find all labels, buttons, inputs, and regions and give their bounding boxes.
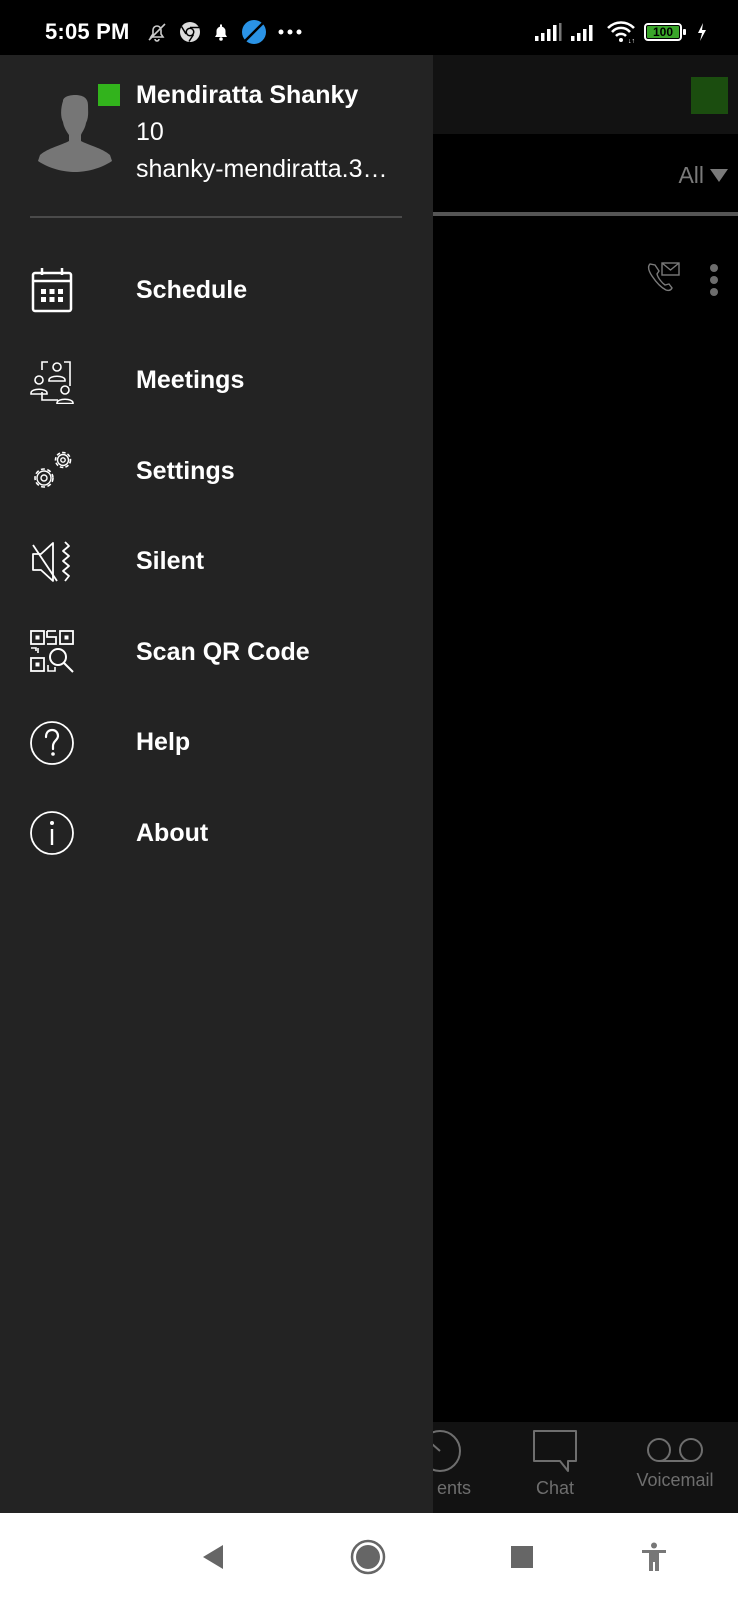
meetings-icon — [28, 357, 76, 405]
chat-bubble-icon — [531, 1422, 579, 1474]
phone-mail-icon[interactable] — [646, 260, 682, 299]
signal-sim2-icon — [570, 22, 598, 42]
status-time: 5:05 PM — [45, 19, 130, 44]
drawer-menu: Schedule Meetings Settings Silent Scan Q… — [0, 245, 433, 879]
notifications-muted-icon — [145, 20, 169, 44]
voicemail-icon — [645, 1422, 705, 1466]
user-extension: 10 — [136, 118, 164, 146]
caret-down-icon — [710, 169, 728, 182]
home-circle-icon — [350, 1539, 386, 1575]
menu-item-settings[interactable]: Settings — [0, 426, 433, 517]
tab-recents-label: ents — [436, 1478, 472, 1498]
menu-label: Scan QR Code — [136, 637, 310, 666]
signal-sim1-icon — [534, 22, 562, 42]
more-notifications-icon — [277, 28, 303, 36]
menu-label: Schedule — [136, 275, 248, 304]
speaker-muted-icon — [28, 538, 76, 586]
notification-icons — [145, 19, 303, 45]
battery-level: 100 — [647, 26, 679, 38]
accessibility-button[interactable] — [636, 1539, 672, 1575]
filter-label: All — [678, 162, 704, 188]
tab-chat[interactable]: Chat — [510, 1422, 600, 1513]
avatar — [36, 95, 114, 173]
profile-divider — [30, 216, 402, 218]
menu-label: Silent — [136, 547, 205, 576]
user-name: Mendiratta Shanky — [136, 81, 359, 109]
more-options-icon[interactable] — [710, 263, 718, 296]
menu-item-silent[interactable]: Silent — [0, 517, 433, 608]
tab-voicemail[interactable]: Voicemail — [620, 1422, 730, 1513]
menu-item-schedule[interactable]: Schedule — [0, 245, 433, 336]
chrome-icon — [179, 21, 201, 43]
status-bar: 5:05 PM ↓↑ 100 — [0, 0, 738, 55]
filter-dropdown[interactable]: All — [678, 162, 728, 189]
user-email: shanky-mendiratta.3… — [136, 155, 388, 183]
menu-label: Meetings — [136, 366, 245, 395]
profile-header[interactable]: Mendiratta Shanky 10 shanky-mendiratta.3… — [0, 55, 433, 218]
menu-item-scan-qr-code[interactable]: Scan QR Code — [0, 607, 433, 698]
home-button[interactable] — [350, 1539, 386, 1575]
menu-label: About — [136, 818, 209, 847]
menu-label: Help — [136, 728, 191, 757]
charging-icon — [696, 22, 708, 42]
battery-icon: 100 — [644, 23, 686, 41]
menu-item-about[interactable]: About — [0, 788, 433, 879]
menu-item-help[interactable]: Help — [0, 698, 433, 789]
gears-icon — [28, 447, 76, 495]
menu-item-meetings[interactable]: Meetings — [0, 336, 433, 427]
accessibility-icon — [642, 1542, 666, 1571]
bell-icon — [211, 22, 231, 42]
back-button[interactable] — [195, 1539, 231, 1575]
qr-scan-icon — [28, 628, 76, 676]
calendar-icon — [28, 266, 76, 314]
navigation-drawer: Mendiratta Shanky 10 shanky-mendiratta.3… — [0, 55, 433, 1513]
row-actions — [646, 260, 718, 299]
presence-status-indicator — [98, 84, 120, 106]
wifi-icon: ↓↑ — [606, 21, 636, 43]
recents-button[interactable] — [504, 1539, 540, 1575]
help-circle-icon — [28, 719, 76, 767]
info-circle-icon — [28, 809, 76, 857]
menu-label: Settings — [136, 456, 235, 485]
svg-text:↓↑: ↓↑ — [628, 38, 635, 43]
tab-voicemail-label: Voicemail — [636, 1470, 714, 1490]
system-navigation-bar — [0, 1513, 738, 1600]
presence-indicator[interactable] — [691, 77, 728, 114]
back-triangle-icon — [203, 1545, 223, 1569]
tab-chat-label: Chat — [535, 1478, 575, 1498]
browser-planet-icon — [241, 19, 267, 45]
system-icons: ↓↑ 100 — [534, 19, 708, 45]
recents-square-icon — [511, 1546, 533, 1568]
